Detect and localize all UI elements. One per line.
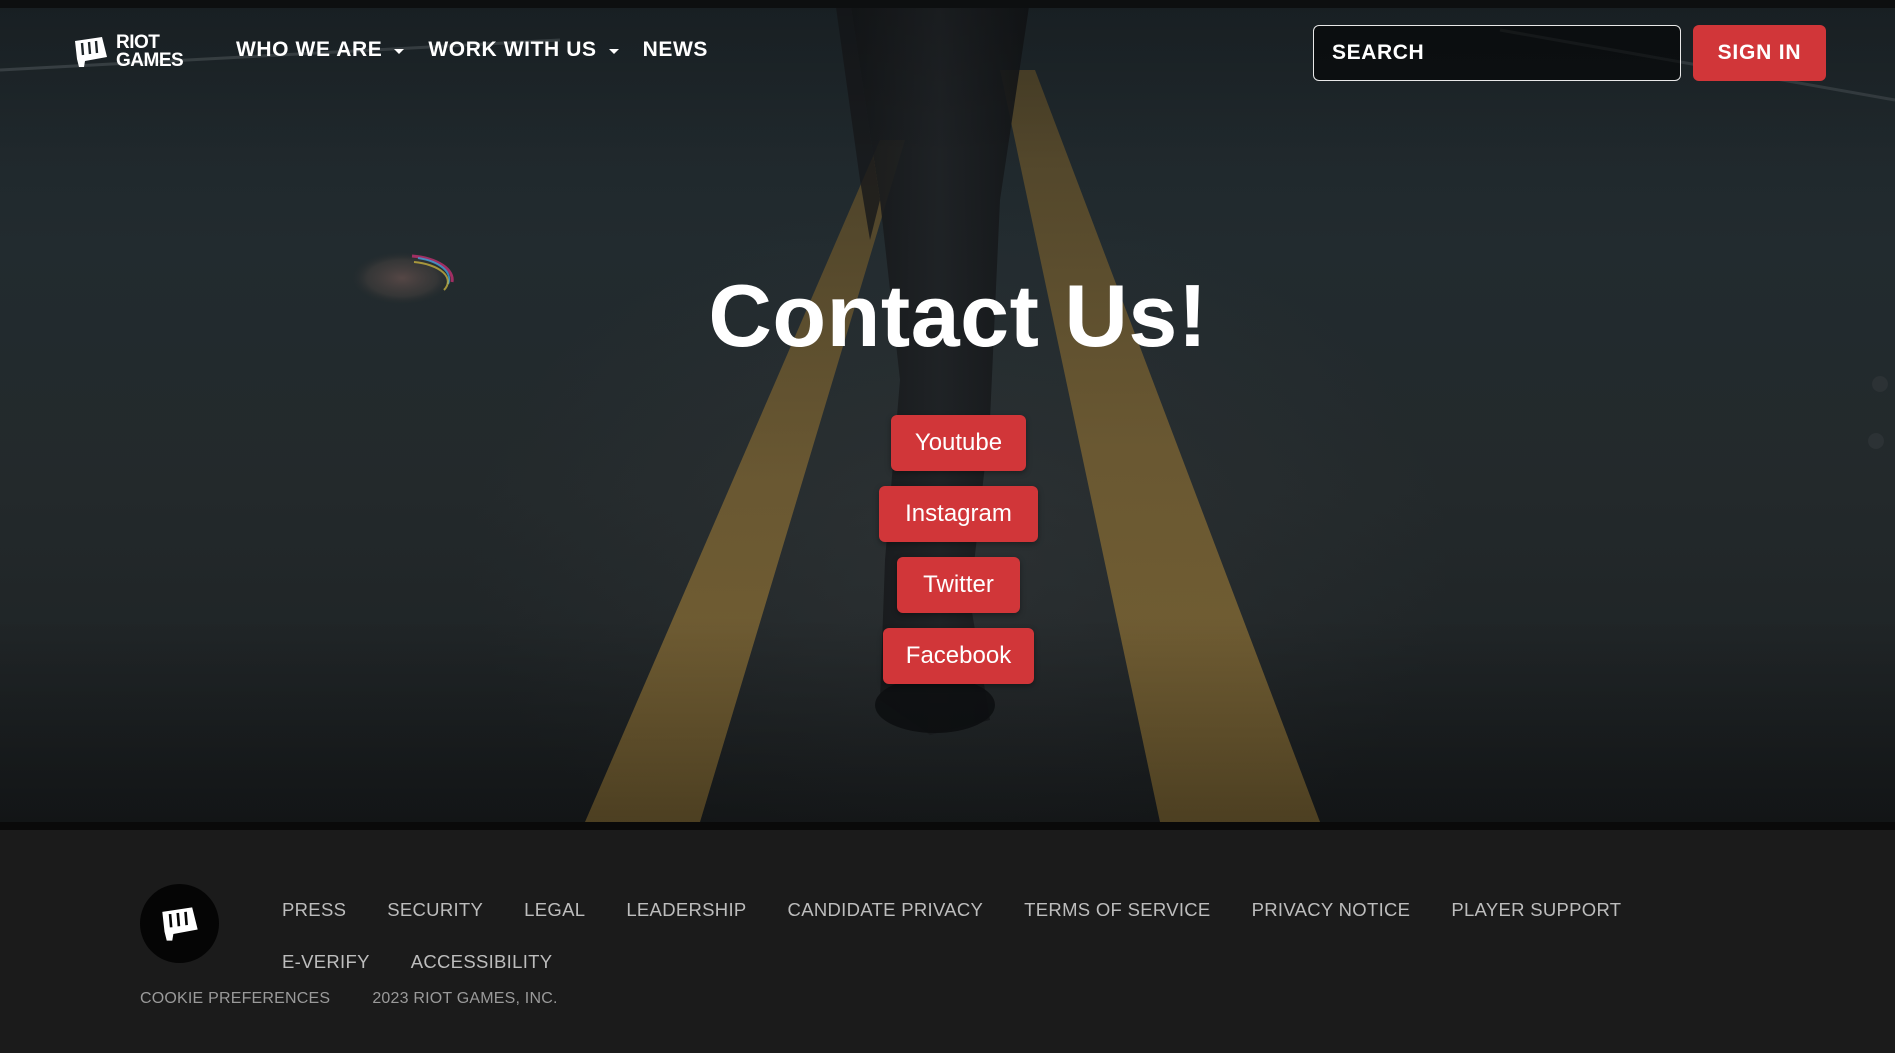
footer-links-row-2: E-VERIFY ACCESSIBILITY	[282, 936, 1662, 988]
hero-bottom-border	[0, 822, 1895, 830]
footer-link-legal[interactable]: LEGAL	[524, 899, 585, 921]
logo-text-games: GAMES	[116, 50, 184, 71]
caret-down-icon	[608, 48, 619, 54]
facebook-label: Facebook	[905, 642, 1012, 669]
twitter-button[interactable]: Twitter	[897, 557, 1020, 613]
footer-link-accessibility[interactable]: ACCESSIBILITY	[411, 951, 553, 973]
twitter-label: Twitter	[923, 571, 994, 598]
search-placeholder: SEARCH	[1332, 41, 1425, 64]
youtube-label: Youtube	[914, 429, 1003, 456]
caret-down-icon	[394, 48, 405, 54]
riot-games-logo[interactable]: RIOT GAMES	[72, 33, 184, 71]
search-input[interactable]: SEARCH	[1313, 25, 1681, 81]
footer-link-candidate-privacy[interactable]: CANDIDATE PRIVACY	[788, 899, 984, 921]
footer-link-player-support[interactable]: PLAYER SUPPORT	[1451, 899, 1621, 921]
hero-section: RIOT GAMES WHO WE ARE WORK WITH US NEWS	[0, 0, 1895, 822]
instagram-button[interactable]: Instagram	[879, 486, 1038, 542]
logo-wordmark: RIOT GAMES	[116, 33, 184, 71]
footer-bottom: COOKIE PREFERENCES 2023 RIOT GAMES, INC.	[140, 990, 600, 1008]
facebook-button[interactable]: Facebook	[883, 628, 1034, 684]
page-title: Contact Us!	[708, 266, 1208, 365]
youtube-button[interactable]: Youtube	[891, 415, 1026, 471]
page: RIOT GAMES WHO WE ARE WORK WITH US NEWS	[0, 0, 1895, 1053]
instagram-label: Instagram	[905, 500, 1012, 527]
footer-links: PRESS SECURITY LEGAL LEADERSHIP CANDIDAT…	[282, 884, 1662, 988]
top-navigation: RIOT GAMES WHO WE ARE WORK WITH US NEWS	[0, 8, 1895, 96]
nav-who-we-are-label: WHO WE ARE	[236, 38, 383, 61]
sign-in-button[interactable]: SIGN IN	[1693, 25, 1826, 81]
footer: PRESS SECURITY LEGAL LEADERSHIP CANDIDAT…	[0, 830, 1895, 1053]
footer-link-leadership[interactable]: LEADERSHIP	[626, 899, 746, 921]
footer-link-e-verify[interactable]: E-VERIFY	[282, 951, 370, 973]
nav-news[interactable]: NEWS	[643, 38, 708, 62]
nav-news-label: NEWS	[642, 38, 708, 61]
footer-link-security[interactable]: SECURITY	[387, 899, 483, 921]
nav-who-we-are[interactable]: WHO WE ARE	[236, 38, 405, 62]
footer-logo[interactable]	[140, 884, 219, 963]
footer-link-privacy-notice[interactable]: PRIVACY NOTICE	[1252, 899, 1411, 921]
footer-link-press[interactable]: PRESS	[282, 899, 346, 921]
cookie-preferences-link[interactable]: COOKIE PREFERENCES	[140, 990, 330, 1008]
nav-links: WHO WE ARE WORK WITH US NEWS	[236, 38, 732, 62]
footer-link-terms-of-service[interactable]: TERMS OF SERVICE	[1024, 899, 1210, 921]
fist-icon	[75, 37, 107, 67]
hero-shade-overlay	[0, 0, 1895, 822]
sign-in-label: SIGN IN	[1717, 41, 1802, 64]
footer-links-row-1: PRESS SECURITY LEGAL LEADERSHIP CANDIDAT…	[282, 884, 1662, 936]
nav-work-with-us[interactable]: WORK WITH US	[428, 38, 619, 62]
top-border	[0, 0, 1895, 8]
copyright: 2023 RIOT GAMES, INC.	[372, 990, 558, 1007]
nav-work-with-us-label: WORK WITH US	[428, 38, 597, 61]
fist-icon	[161, 906, 198, 941]
